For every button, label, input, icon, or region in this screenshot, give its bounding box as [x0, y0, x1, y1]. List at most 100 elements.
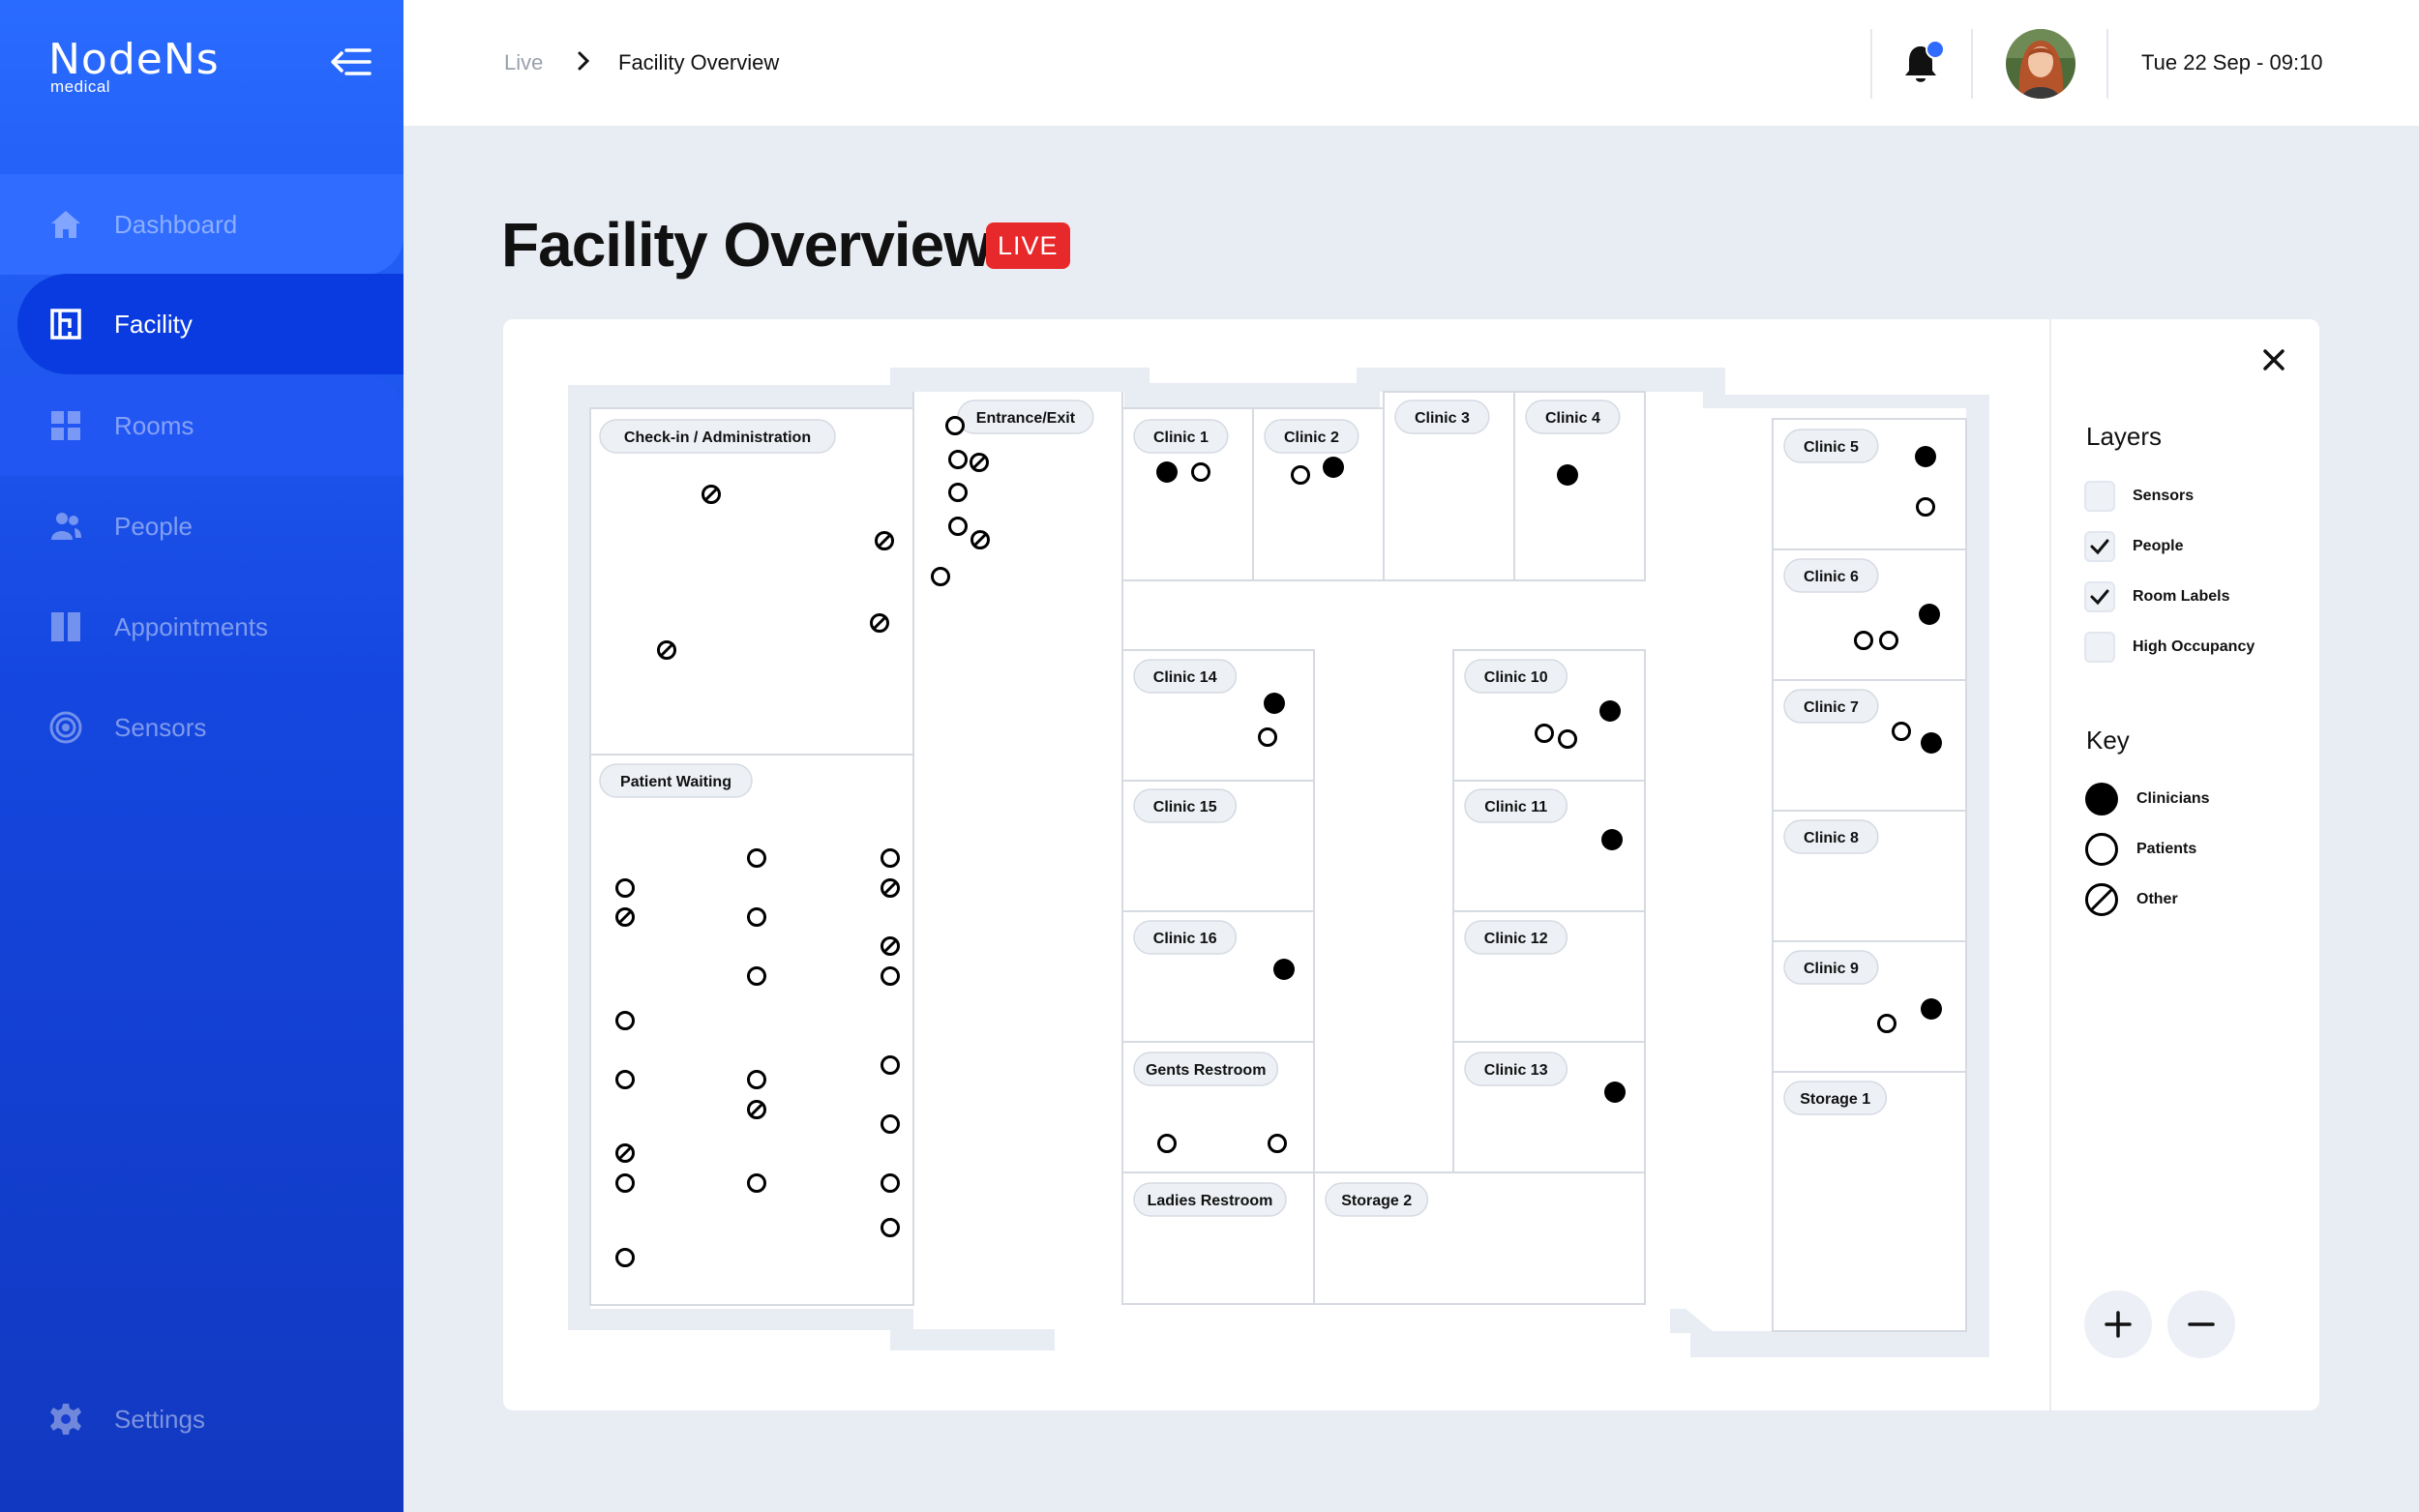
breadcrumb-parent[interactable]: Live	[504, 50, 543, 75]
patient-marker[interactable]	[615, 1011, 635, 1030]
room-label[interactable]: Storage 1	[1783, 1081, 1888, 1115]
room-label[interactable]: Clinic 3	[1394, 400, 1490, 434]
checkbox[interactable]	[2084, 581, 2115, 612]
room-label[interactable]: Clinic 11	[1464, 788, 1568, 823]
checkbox[interactable]	[2084, 481, 2115, 512]
patient-marker[interactable]	[1157, 1134, 1177, 1153]
zoom-in-button[interactable]	[2084, 1290, 2152, 1358]
sidebar-item-dashboard[interactable]: Dashboard	[0, 174, 403, 275]
patient-marker[interactable]	[881, 1055, 900, 1075]
layer-sensors-toggle[interactable]: Sensors	[2084, 480, 2194, 513]
clinician-marker[interactable]	[1921, 732, 1942, 754]
other-marker[interactable]	[970, 453, 989, 472]
room-label[interactable]: Clinic 15	[1133, 788, 1238, 823]
room-label[interactable]: Entrance/Exit	[957, 400, 1094, 434]
other-marker[interactable]	[870, 613, 889, 633]
patient-marker[interactable]	[615, 878, 635, 898]
patient-marker[interactable]	[1558, 729, 1577, 749]
clinician-marker[interactable]	[1599, 700, 1621, 722]
patient-marker[interactable]	[931, 567, 950, 586]
patient-marker[interactable]	[1877, 1014, 1896, 1033]
close-icon[interactable]	[2258, 344, 2289, 375]
patient-marker[interactable]	[881, 1114, 900, 1134]
patient-marker[interactable]	[881, 1173, 900, 1193]
room-label[interactable]: Patient Waiting	[599, 763, 753, 798]
other-marker[interactable]	[615, 907, 635, 927]
patient-marker[interactable]	[1916, 497, 1935, 517]
collapse-menu-icon[interactable]	[329, 43, 373, 81]
room-label[interactable]: Clinic 5	[1783, 429, 1879, 463]
clinician-marker[interactable]	[1604, 1082, 1626, 1103]
sidebar-item-facility[interactable]: Facility	[17, 274, 403, 374]
other-marker[interactable]	[881, 936, 900, 956]
patient-marker[interactable]	[948, 517, 968, 536]
other-marker[interactable]	[875, 531, 894, 550]
patient-marker[interactable]	[615, 1248, 635, 1267]
patient-marker[interactable]	[747, 907, 766, 927]
room-label[interactable]: Clinic 9	[1783, 950, 1879, 985]
patient-marker[interactable]	[948, 450, 968, 469]
patient-marker[interactable]	[747, 1070, 766, 1089]
patient-marker[interactable]	[1879, 631, 1898, 650]
clinician-marker[interactable]	[1919, 604, 1940, 625]
patient-marker[interactable]	[747, 848, 766, 868]
clinician-marker[interactable]	[1323, 457, 1344, 478]
room-label[interactable]: Storage 2	[1325, 1182, 1429, 1217]
layer-high-occupancy-toggle[interactable]: High Occupancy	[2084, 631, 2255, 664]
checkbox[interactable]	[2084, 632, 2115, 663]
other-marker[interactable]	[881, 878, 900, 898]
room-label[interactable]: Clinic 4	[1525, 400, 1621, 434]
checkbox[interactable]	[2084, 531, 2115, 562]
patient-marker[interactable]	[615, 1070, 635, 1089]
sidebar-item-rooms[interactable]: Rooms	[0, 375, 403, 476]
floor-plan-map[interactable]: Check-in / Administration Entrance/Exit Cl…	[503, 319, 2049, 1410]
patient-marker[interactable]	[881, 1218, 900, 1237]
sidebar-item-sensors[interactable]: Sensors	[0, 677, 403, 778]
room-label[interactable]: Gents Restroom	[1133, 1052, 1279, 1086]
clinician-marker[interactable]	[1921, 998, 1942, 1020]
room-label[interactable]: Clinic 7	[1783, 689, 1879, 724]
other-marker[interactable]	[615, 1143, 635, 1163]
clinician-marker[interactable]	[1601, 829, 1623, 850]
room-label[interactable]: Clinic 2	[1264, 419, 1359, 454]
patient-marker[interactable]	[881, 848, 900, 868]
other-marker[interactable]	[702, 485, 721, 504]
room-label[interactable]: Clinic 1	[1133, 419, 1229, 454]
clinician-marker[interactable]	[1557, 464, 1578, 486]
clinician-marker[interactable]	[1264, 693, 1285, 714]
patient-marker[interactable]	[1191, 462, 1210, 482]
patient-marker[interactable]	[1854, 631, 1873, 650]
room-label[interactable]: Check-in / Administration	[599, 419, 836, 454]
room-label[interactable]: Clinic 10	[1464, 659, 1568, 694]
sidebar-item-appointments[interactable]: Appointments	[0, 577, 403, 677]
room-label[interactable]: Clinic 12	[1464, 920, 1568, 955]
patient-marker[interactable]	[1535, 724, 1554, 743]
avatar[interactable]	[2006, 29, 2076, 99]
notification-bell-icon[interactable]	[1901, 39, 1944, 87]
room-label[interactable]: Clinic 6	[1783, 558, 1879, 593]
room-label[interactable]: Clinic 14	[1133, 659, 1238, 694]
layer-people-toggle[interactable]: People	[2084, 530, 2183, 563]
clinician-marker[interactable]	[1273, 959, 1295, 980]
sidebar-item-people[interactable]: People	[0, 476, 403, 577]
patient-marker[interactable]	[948, 483, 968, 502]
patient-marker[interactable]	[945, 416, 965, 435]
patient-marker[interactable]	[1258, 727, 1277, 747]
room-label[interactable]: Ladies Restroom	[1133, 1182, 1287, 1217]
zoom-out-button[interactable]	[2167, 1290, 2235, 1358]
room-label[interactable]: Clinic 13	[1464, 1052, 1568, 1086]
patient-marker[interactable]	[615, 1173, 635, 1193]
clinician-marker[interactable]	[1915, 446, 1936, 467]
sidebar-item-settings[interactable]: Settings	[0, 1369, 403, 1469]
patient-marker[interactable]	[747, 966, 766, 986]
patient-marker[interactable]	[1291, 465, 1310, 485]
layer-room-labels-toggle[interactable]: Room Labels	[2084, 580, 2229, 613]
patient-marker[interactable]	[881, 966, 900, 986]
other-marker[interactable]	[747, 1100, 766, 1119]
room-label[interactable]: Clinic 8	[1783, 819, 1879, 854]
room-label[interactable]: Clinic 16	[1133, 920, 1238, 955]
patient-marker[interactable]	[747, 1173, 766, 1193]
patient-marker[interactable]	[1892, 722, 1911, 741]
other-marker[interactable]	[657, 640, 676, 660]
clinician-marker[interactable]	[1156, 461, 1178, 483]
